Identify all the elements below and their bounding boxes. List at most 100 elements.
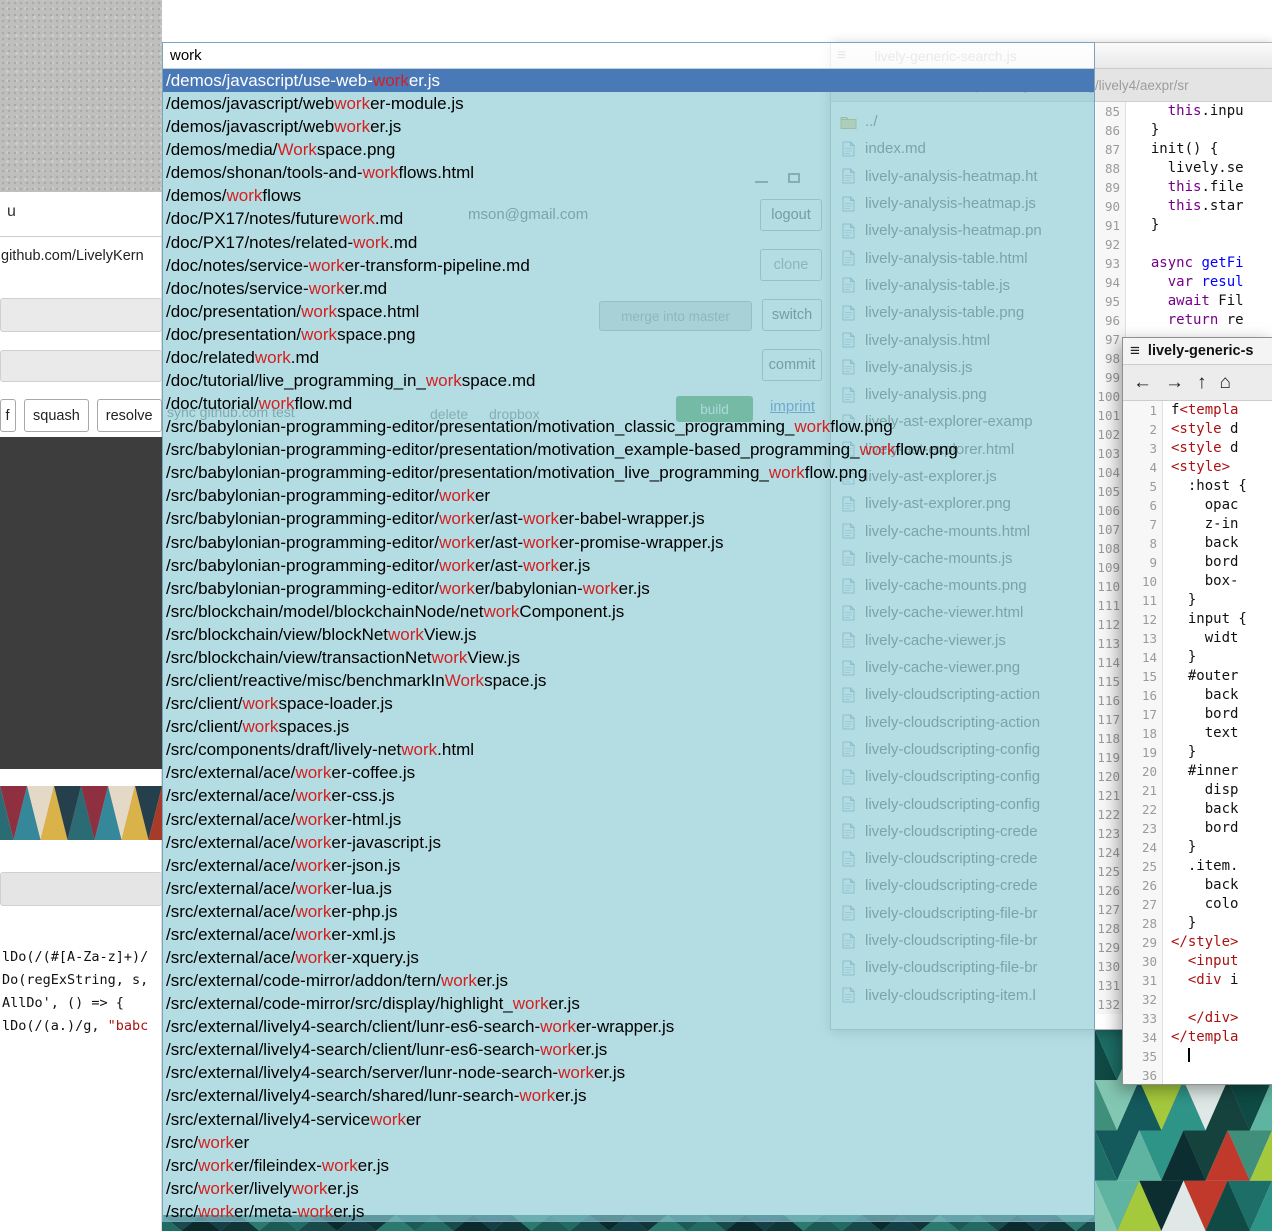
search-result-row[interactable]: /src/external/code-mirror/src/display/hi…	[163, 992, 1094, 1015]
search-result-row[interactable]: /doc/PX17/notes/futurework.md	[163, 207, 1094, 230]
search-result-row[interactable]: /src/external/lively4-search/client/lunr…	[163, 1038, 1094, 1061]
search-result-row[interactable]: /src/blockchain/view/blockNetworkView.js	[163, 623, 1094, 646]
search-result-row[interactable]: /src/external/ace/worker-xml.js	[163, 923, 1094, 946]
code-line[interactable]: 7 z-in	[1123, 515, 1272, 534]
code-line[interactable]: 91 }	[1096, 216, 1272, 235]
search-result-row[interactable]: /demos/media/Workspace.png	[163, 138, 1094, 161]
search-result-row[interactable]: /src/babylonian-programming-editor/worke…	[163, 484, 1094, 507]
code-line[interactable]: 32	[1123, 990, 1272, 1009]
code-line[interactable]: 93 async getFi	[1096, 254, 1272, 273]
code-editor[interactable]: 1f<templa2<style d3<style d4<style>5 :ho…	[1123, 401, 1272, 1084]
search-result-row[interactable]: /demos/javascript/webworker.js	[163, 115, 1094, 138]
code-line[interactable]: 8 back	[1123, 534, 1272, 553]
search-result-row[interactable]: /src/worker/livelyworker.js	[163, 1177, 1094, 1200]
search-result-row[interactable]: /src/babylonian-programming-editor/prese…	[163, 415, 1094, 438]
search-result-row[interactable]: /src/client/workspace-loader.js	[163, 692, 1094, 715]
search-result-row[interactable]: /src/external/ace/worker-lua.js	[163, 877, 1094, 900]
code-line[interactable]: 17 bord	[1123, 705, 1272, 724]
code-line[interactable]: 3<style d	[1123, 439, 1272, 458]
text-field[interactable]	[0, 872, 162, 906]
code-line[interactable]: 1f<templa	[1123, 401, 1272, 420]
search-result-row[interactable]: /demos/javascript/use-web-worker.js	[163, 69, 1094, 92]
truncated-button[interactable]: f	[0, 399, 16, 432]
code-line[interactable]: 29</style>	[1123, 933, 1272, 952]
search-result-row[interactable]: /src/client/reactive/misc/benchmarkInWor…	[163, 669, 1094, 692]
text-field[interactable]	[0, 298, 162, 332]
code-line[interactable]: 23 bord	[1123, 819, 1272, 838]
search-result-row[interactable]: /src/external/lively4-search/client/lunr…	[163, 1015, 1094, 1038]
code-line[interactable]: 88 lively.se	[1096, 159, 1272, 178]
code-line[interactable]: 19 }	[1123, 743, 1272, 762]
code-line[interactable]: 90 this.star	[1096, 197, 1272, 216]
search-result-row[interactable]: /src/external/ace/worker-php.js	[163, 900, 1094, 923]
code-line[interactable]: 35	[1123, 1047, 1272, 1066]
code-line[interactable]: 85 this.inpu	[1096, 102, 1272, 121]
search-result-row[interactable]: /src/blockchain/view/transactionNetworkV…	[163, 646, 1094, 669]
search-result-row[interactable]: /src/client/workspaces.js	[163, 715, 1094, 738]
code-line[interactable]: 21 disp	[1123, 781, 1272, 800]
code-line[interactable]: 24 }	[1123, 838, 1272, 857]
search-result-row[interactable]: /src/babylonian-programming-editor/worke…	[163, 531, 1094, 554]
search-result-row[interactable]: /src/components/draft/lively-network.htm…	[163, 738, 1094, 761]
code-line[interactable]: 26 back	[1123, 876, 1272, 895]
search-result-row[interactable]: /src/external/ace/worker-xquery.js	[163, 946, 1094, 969]
code-line[interactable]: 96 return re	[1096, 311, 1272, 330]
code-line[interactable]: 9 bord	[1123, 553, 1272, 572]
code-line[interactable]: 27 colo	[1123, 895, 1272, 914]
code-line[interactable]: 18 text	[1123, 724, 1272, 743]
code-line[interactable]: 22 back	[1123, 800, 1272, 819]
code-line[interactable]: 30 <input	[1123, 952, 1272, 971]
search-result-row[interactable]: /doc/notes/service-worker-transform-pipe…	[163, 254, 1094, 277]
code-line[interactable]: 11 }	[1123, 591, 1272, 610]
search-result-row[interactable]: /demos/javascript/webworker-module.js	[163, 92, 1094, 115]
forward-icon[interactable]: →	[1165, 372, 1184, 394]
code-line[interactable]: 28 }	[1123, 914, 1272, 933]
code-line[interactable]: 95 await Fil	[1096, 292, 1272, 311]
code-line[interactable]: 86 }	[1096, 121, 1272, 140]
code-line[interactable]: 87 init() {	[1096, 140, 1272, 159]
search-result-row[interactable]: /src/external/ace/worker-coffee.js	[163, 761, 1094, 784]
code-line[interactable]: 94 var resul	[1096, 273, 1272, 292]
search-result-row[interactable]: /src/babylonian-programming-editor/worke…	[163, 554, 1094, 577]
code-line[interactable]: 14 }	[1123, 648, 1272, 667]
search-result-row[interactable]: /src/blockchain/model/blockchainNode/net…	[163, 600, 1094, 623]
search-result-row[interactable]: /src/external/lively4-serviceworker	[163, 1108, 1094, 1131]
search-result-row[interactable]: /src/babylonian-programming-editor/prese…	[163, 438, 1094, 461]
search-result-row[interactable]: /src/external/ace/worker-javascript.js	[163, 831, 1094, 854]
search-result-row[interactable]: /src/external/ace/worker-html.js	[163, 808, 1094, 831]
search-result-row[interactable]: /doc/relatedwork.md	[163, 346, 1094, 369]
code-line[interactable]: 12 input {	[1123, 610, 1272, 629]
code-line[interactable]: 25 .item.	[1123, 857, 1272, 876]
back-icon[interactable]: ←	[1133, 372, 1152, 394]
search-result-row[interactable]: /src/worker	[163, 1131, 1094, 1154]
code-line[interactable]: 92	[1096, 235, 1272, 254]
search-input[interactable]	[163, 47, 1094, 64]
resolve-button[interactable]: resolve	[97, 399, 162, 432]
search-result-row[interactable]: /demos/shonan/tools-and-workflows.html	[163, 161, 1094, 184]
search-result-row[interactable]: /src/external/code-mirror/addon/tern/wor…	[163, 969, 1094, 992]
text-field[interactable]	[0, 350, 162, 382]
search-result-row[interactable]: /src/external/lively4-search/shared/lunr…	[163, 1084, 1094, 1107]
search-result-row[interactable]: /doc/presentation/workspace.html	[163, 300, 1094, 323]
menu-icon[interactable]: ≡	[1130, 341, 1140, 361]
code-line[interactable]: 13 widt	[1123, 629, 1272, 648]
window-title-bar[interactable]: ≡ lively-generic-s	[1123, 338, 1272, 365]
code-line[interactable]: 2<style d	[1123, 420, 1272, 439]
search-result-row[interactable]: /src/worker/fileindex-worker.js	[163, 1154, 1094, 1177]
squash-button[interactable]: squash	[24, 399, 89, 432]
code-line[interactable]: 6 opac	[1123, 496, 1272, 515]
code-line[interactable]: 36	[1123, 1066, 1272, 1084]
search-result-row[interactable]: /src/babylonian-programming-editor/worke…	[163, 577, 1094, 600]
search-result-row[interactable]: /doc/tutorial/workflow.md	[163, 392, 1094, 415]
search-result-row[interactable]: /doc/notes/service-worker.md	[163, 277, 1094, 300]
code-line[interactable]: 34</templa	[1123, 1028, 1272, 1047]
home-icon[interactable]: ⌂	[1220, 372, 1231, 394]
code-line[interactable]: 15 #outer	[1123, 667, 1272, 686]
code-line[interactable]: 20 #inner	[1123, 762, 1272, 781]
search-result-row[interactable]: /src/babylonian-programming-editor/prese…	[163, 461, 1094, 484]
search-result-row[interactable]: /src/babylonian-programming-editor/worke…	[163, 507, 1094, 530]
search-result-row[interactable]: /src/external/lively4-search/server/lunr…	[163, 1061, 1094, 1084]
code-line[interactable]: 5 :host {	[1123, 477, 1272, 496]
search-result-row[interactable]: /doc/PX17/notes/related-work.md	[163, 231, 1094, 254]
code-line[interactable]: 89 this.file	[1096, 178, 1272, 197]
